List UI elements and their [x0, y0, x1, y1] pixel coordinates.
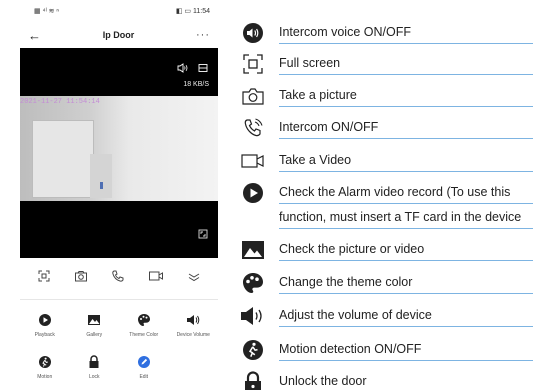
legend-label: Adjust the volume of device [279, 308, 432, 322]
legend-label: Take a picture [279, 88, 357, 102]
legend-label: Full screen [279, 56, 341, 70]
legend-label: Take a Video [279, 153, 352, 167]
camera-icon [240, 85, 266, 107]
lock-icon [240, 371, 266, 390]
play-icon [240, 182, 266, 204]
video-icon [240, 150, 266, 172]
motion-icon [240, 339, 266, 361]
icon-legend: Intercom voice ON/OFF Full screen Take a… [0, 0, 533, 390]
legend-label: Intercom voice ON/OFF [279, 25, 411, 39]
intercom-icon [240, 117, 266, 139]
legend-label: Change the theme color [279, 275, 413, 289]
legend-label: Unlock the door [279, 374, 367, 388]
image-icon [240, 239, 266, 261]
fullscreen-icon [240, 53, 266, 75]
palette-icon [240, 272, 266, 294]
volume-icon [240, 305, 266, 327]
legend-label: Motion detection ON/OFF [279, 342, 422, 356]
legend-label: function, must insert a TF card in the d… [279, 210, 522, 224]
intercom-voice-icon [240, 22, 266, 44]
legend-label: Check the picture or video [279, 242, 425, 256]
legend-label: Check the Alarm video record (To use thi… [279, 185, 511, 199]
legend-label: Intercom ON/OFF [279, 120, 379, 134]
